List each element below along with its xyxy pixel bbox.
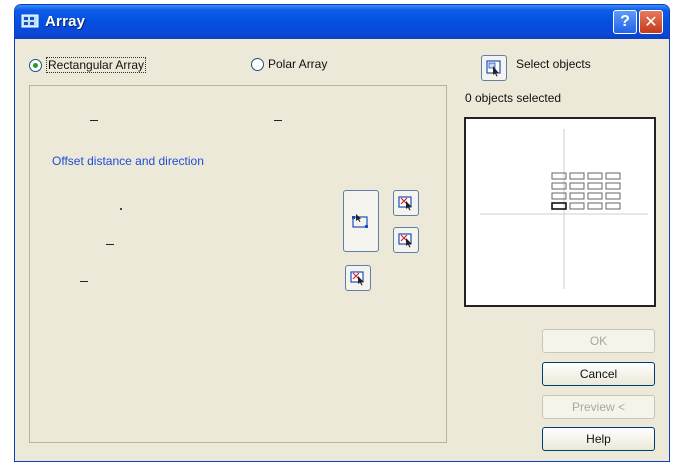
array-dialog: Array ? ✕ Rectangular Array Polar Array … xyxy=(14,4,670,462)
select-objects-button[interactable] xyxy=(481,55,507,81)
pick-row-offset-button[interactable] xyxy=(393,190,419,216)
preview-cell xyxy=(587,202,603,210)
title-bar[interactable]: Array ? ✕ xyxy=(15,5,669,39)
rectangular-array-label: Rectangular Array xyxy=(46,57,147,73)
preview-cell xyxy=(605,192,621,200)
polar-array-label: Polar Array xyxy=(268,57,328,71)
preview-cell xyxy=(569,172,585,180)
window-title: Array xyxy=(45,13,86,30)
pick-offset-icon xyxy=(398,233,412,248)
array-options-panel: Offset distance and direction xyxy=(29,85,447,443)
radio-checked-icon xyxy=(29,58,42,72)
polar-array-radio[interactable]: Polar Array xyxy=(251,57,327,71)
columns-field-placeholder xyxy=(274,120,282,121)
select-objects-label: Select objects xyxy=(516,57,591,71)
offset-section-label: Offset distance and direction xyxy=(52,154,204,168)
row-offset-placeholder xyxy=(120,208,122,210)
preview-grid-graphic xyxy=(480,129,648,289)
help-button[interactable]: Help xyxy=(542,427,655,451)
close-button[interactable]: ✕ xyxy=(639,10,663,34)
preview-cell xyxy=(587,182,603,190)
preview-cell xyxy=(605,202,621,210)
rows-field-placeholder xyxy=(90,120,98,121)
ok-button[interactable]: OK xyxy=(542,329,655,353)
angle-placeholder xyxy=(80,281,88,282)
pick-angle-button[interactable] xyxy=(345,265,371,291)
preview-cell xyxy=(587,192,603,200)
preview-cell xyxy=(605,172,621,180)
array-preview xyxy=(464,117,656,307)
question-icon: ? xyxy=(620,13,630,30)
pick-both-offsets-button[interactable] xyxy=(343,190,379,252)
pick-offset-icon xyxy=(398,196,412,211)
pick-offset-icon xyxy=(350,271,364,286)
preview-cell xyxy=(605,182,621,190)
preview-cell xyxy=(569,192,585,200)
preview-cell xyxy=(569,202,585,210)
pick-both-offsets-icon xyxy=(352,214,368,228)
preview-cell xyxy=(587,172,603,180)
cancel-button[interactable]: Cancel xyxy=(542,362,655,386)
close-icon: ✕ xyxy=(644,14,658,31)
pick-column-offset-button[interactable] xyxy=(393,227,419,253)
rectangular-array-radio[interactable]: Rectangular Array xyxy=(29,57,147,73)
column-offset-placeholder xyxy=(106,244,114,245)
preview-cell xyxy=(569,182,585,190)
radio-unchecked-icon xyxy=(251,57,264,71)
preview-button[interactable]: Preview < xyxy=(542,395,655,419)
select-objects-icon xyxy=(486,60,501,77)
array-app-icon xyxy=(21,13,39,29)
objects-selected-count: 0 objects selected xyxy=(465,91,562,105)
help-title-button[interactable]: ? xyxy=(613,10,637,34)
